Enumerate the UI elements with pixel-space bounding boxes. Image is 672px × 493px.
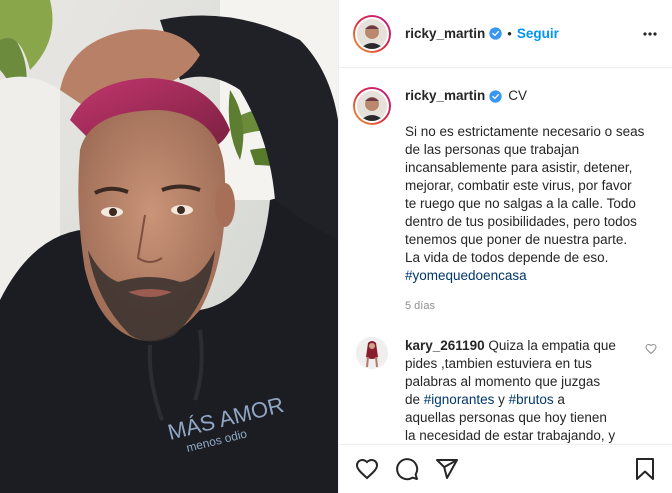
comment-text: y bbox=[494, 392, 509, 407]
caption-line: La vida de todos depende de eso. bbox=[405, 250, 609, 265]
commenter-username[interactable]: kary_261190 bbox=[405, 338, 485, 353]
caption-line: incansablemente para asistir, detener, bbox=[405, 160, 633, 175]
caption-text: Si no es estrictamente necesario o seas … bbox=[405, 123, 657, 285]
post-header: ricky_martin • Seguir bbox=[339, 0, 672, 68]
comment-text: Quiza la empatia que bbox=[488, 338, 616, 353]
post-side-panel: ricky_martin • Seguir ricky_martin CV Si… bbox=[338, 0, 672, 493]
verified-icon bbox=[489, 27, 502, 40]
author-username[interactable]: ricky_martin bbox=[405, 26, 485, 41]
comment-text: de bbox=[405, 392, 424, 407]
comment-text: a bbox=[553, 392, 565, 407]
caption-line: Si no es estrictamente necesario o seas bbox=[405, 124, 645, 139]
caption-line: de las personas que trabajan bbox=[405, 142, 580, 157]
share-icon[interactable] bbox=[435, 457, 459, 481]
hashtag-link[interactable]: #brutos bbox=[509, 392, 554, 407]
verified-icon bbox=[489, 89, 502, 103]
caption-suffix: CV bbox=[508, 88, 528, 103]
comment-text: pides ,tambien estuviera en tus bbox=[405, 356, 592, 371]
comment-like-icon[interactable] bbox=[645, 343, 657, 355]
caption-line: dentro de tus posibilidades, pero todos bbox=[405, 214, 637, 229]
more-options-icon[interactable] bbox=[642, 26, 658, 42]
hashtag-link[interactable]: #ignorantes bbox=[424, 392, 495, 407]
author-avatar[interactable] bbox=[353, 14, 391, 53]
heart-icon[interactable] bbox=[355, 457, 379, 481]
caption-line: te ruego que no salgas a la calle. Todo bbox=[405, 196, 636, 211]
post-timestamp[interactable]: 5 días bbox=[405, 297, 657, 315]
bookmark-icon[interactable] bbox=[633, 457, 657, 481]
comment-text: aquellas personas que hoy tienen bbox=[405, 410, 607, 425]
comment-icon[interactable] bbox=[395, 457, 419, 481]
follow-button[interactable]: Seguir bbox=[517, 26, 559, 41]
post-photo-image: MÁS AMOR menos odio bbox=[0, 0, 338, 493]
post-photo[interactable]: MÁS AMOR menos odio bbox=[0, 0, 338, 493]
comment-text: la necesidad de estar trabajando, y bbox=[405, 428, 616, 443]
separator-dot: • bbox=[507, 26, 512, 41]
caption-line: tenemos que poner de nuestra parte. bbox=[405, 232, 628, 247]
caption-author-avatar[interactable] bbox=[353, 87, 391, 125]
caption-line: mejorar, combatir este virus, por favor bbox=[405, 178, 632, 193]
caption-row: ricky_martin CV Si no es estrictamente n… bbox=[353, 87, 657, 315]
comments-list[interactable]: ricky_martin CV Si no es estrictamente n… bbox=[339, 69, 672, 444]
action-bar bbox=[339, 444, 672, 493]
caption-author-username[interactable]: ricky_martin bbox=[405, 87, 485, 105]
commenter-avatar[interactable] bbox=[356, 337, 388, 369]
hashtag-link[interactable]: #yomequedoencasa bbox=[405, 268, 527, 283]
comment-row: kary_261190 Quiza la empatia que pides ,… bbox=[353, 337, 657, 444]
comment-text: palabras al momento que juzgas bbox=[405, 374, 601, 389]
